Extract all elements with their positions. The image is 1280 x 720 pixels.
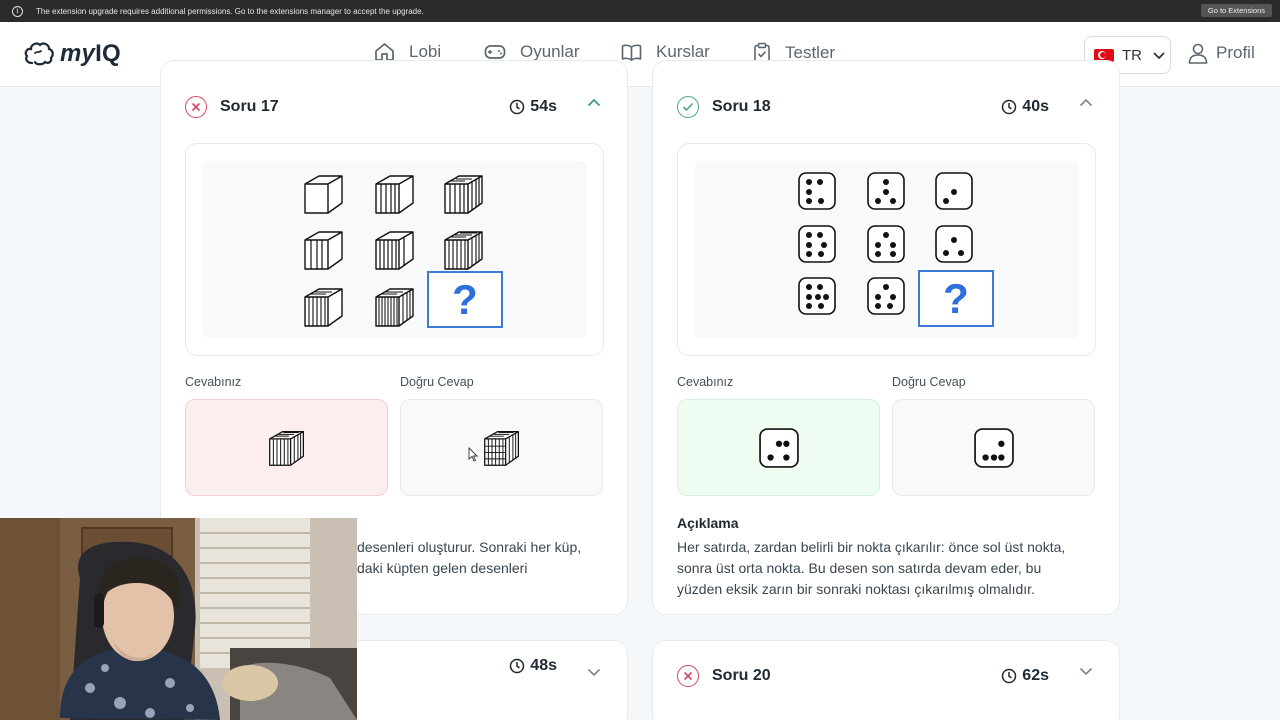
explanation-text: Her satırda, zardan belirli bir nokta çı… [677, 539, 1066, 597]
question-card-collapsed[interactable]: Soru 20 62s [652, 640, 1120, 720]
your-answer-label: Cevabınız [185, 375, 242, 389]
die-icon [758, 427, 799, 468]
die-icon [798, 225, 836, 263]
nav-item-lobi[interactable]: Lobi [374, 42, 441, 62]
profile-label: Profil [1216, 43, 1255, 62]
correct-answer-box [400, 399, 603, 496]
chevron-down-icon[interactable] [587, 668, 601, 677]
your-answer-box [185, 399, 388, 496]
question-header[interactable]: Soru 17 54s [185, 96, 603, 118]
chevron-down-icon[interactable] [1079, 667, 1093, 676]
puzzle-grid: ? [203, 161, 587, 338]
cube-front-stripes [375, 231, 414, 270]
nav-label: Lobi [409, 42, 442, 61]
mouse-cursor-icon [468, 447, 478, 462]
cube-stripes [304, 288, 343, 327]
info-icon: i [12, 5, 23, 17]
clock-icon [510, 99, 525, 115]
webcam-overlay [0, 518, 357, 720]
time-taken: 54s [509, 98, 557, 116]
clock-icon [1002, 99, 1017, 115]
die-icon [798, 277, 836, 315]
your-answer-box [677, 399, 880, 496]
correct-answer-label: Doğru Cevap [892, 375, 966, 389]
die-icon [973, 427, 1014, 468]
correct-answer-box [892, 399, 1095, 496]
chevron-up-icon[interactable] [587, 98, 601, 107]
question-header[interactable]: Soru 20 62s [677, 665, 1095, 687]
explanation-title: Açıklama [677, 515, 739, 531]
time-taken: 40s [1001, 98, 1049, 116]
die-icon [935, 172, 973, 210]
cube-side-stripes [304, 231, 343, 270]
clock-icon [510, 658, 525, 674]
go-to-extensions-button[interactable]: Go to Extensions [1200, 4, 1272, 17]
language-code: TR [1122, 46, 1142, 64]
nav-item-oyunlar[interactable]: Oyunlar [484, 42, 580, 62]
answer-cube-icon [483, 430, 519, 466]
logo[interactable]: myIQ [24, 40, 121, 68]
die-icon [867, 172, 905, 210]
wrong-icon [677, 665, 699, 687]
time-taken: 62s [1001, 667, 1049, 685]
die-icon [867, 277, 905, 315]
book-icon [621, 44, 642, 61]
question-header[interactable]: Soru 18 40s [677, 96, 1095, 118]
cube-dense-stripes [375, 288, 414, 327]
nav-item-kurslar[interactable]: Kurslar [621, 42, 710, 62]
answer-cube-icon [268, 430, 304, 466]
webcam-feed [0, 518, 357, 720]
explanation-text: desenleri oluşturur. Sonraki her küp, da… [357, 539, 582, 576]
check-icon [677, 96, 699, 118]
brain-cloud-icon [24, 42, 54, 66]
profile-link[interactable]: Profil [1188, 42, 1255, 64]
question-card: Soru 18 40s ? Cevabınız Doğru Cevap Açık… [652, 60, 1120, 615]
wrong-icon [185, 96, 207, 118]
nav-label: Oyunlar [520, 42, 580, 61]
puzzle-image: ? [677, 143, 1096, 356]
extension-message: The extension upgrade requires additiona… [36, 6, 424, 16]
chevron-down-icon [1153, 51, 1165, 59]
die-icon [867, 225, 905, 263]
chevron-up-icon[interactable] [1079, 98, 1093, 107]
puzzle-grid: ? [695, 161, 1079, 338]
question-title: Soru 17 [220, 98, 279, 115]
cube-all-stripes [444, 231, 483, 270]
nav-label: Kurslar [656, 42, 710, 61]
missing-piece-box: ? [918, 270, 994, 327]
time-taken: 48s [509, 657, 557, 675]
cube-front-side-stripes [444, 175, 483, 214]
user-icon [1188, 43, 1208, 64]
extension-notification-bar: i The extension upgrade requires additio… [0, 0, 1280, 22]
puzzle-image: ? [185, 143, 604, 356]
missing-piece-box: ? [427, 271, 503, 328]
die-icon [798, 172, 836, 210]
clock-icon [1002, 668, 1017, 684]
home-icon [375, 43, 394, 61]
gamepad-icon [484, 45, 506, 59]
cube-front-stripes [375, 175, 414, 214]
question-title: Soru 20 [712, 667, 771, 684]
logo-text: myIQ [60, 40, 121, 67]
cube-plain [304, 175, 343, 214]
question-title: Soru 18 [712, 98, 771, 115]
your-answer-label: Cevabınız [677, 375, 734, 389]
correct-answer-label: Doğru Cevap [400, 375, 474, 389]
die-icon [935, 225, 973, 263]
